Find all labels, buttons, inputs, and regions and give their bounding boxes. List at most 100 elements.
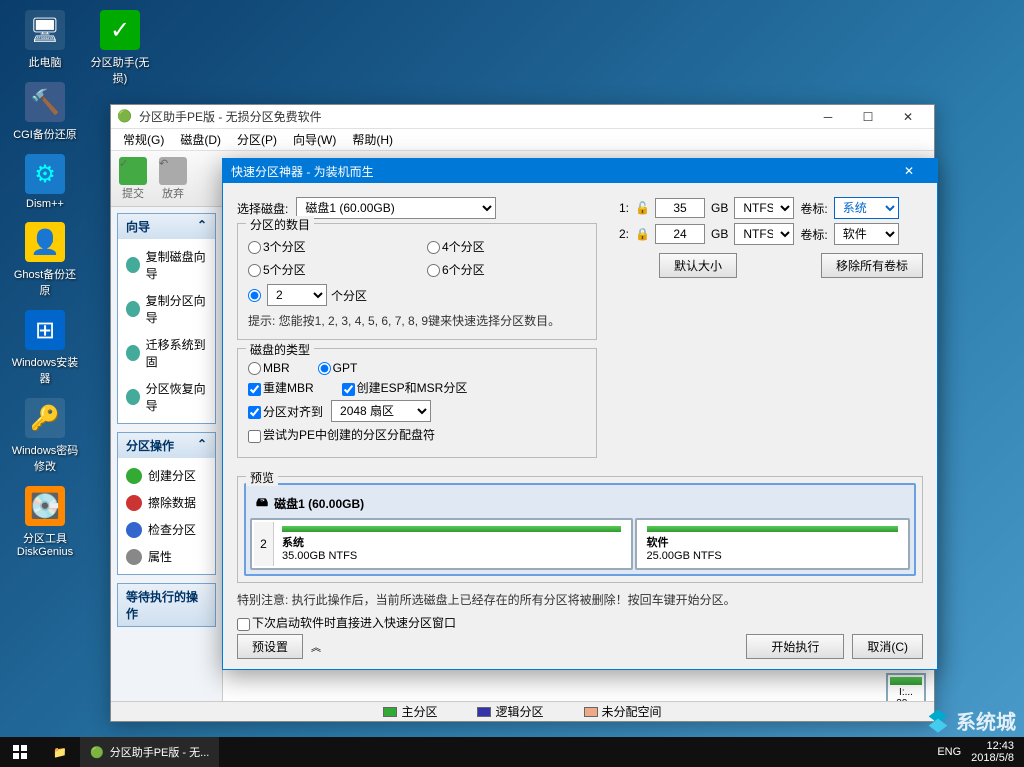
radio-4-partitions[interactable]: 4个分区 [427, 238, 586, 255]
menu-help[interactable]: 帮助(H) [344, 131, 401, 148]
system-tray: ENG 12:43 2018/5/8 [927, 740, 1024, 764]
chk-pe-letter[interactable]: 尝试为PE中创建的分区分配盘符 [248, 426, 435, 443]
sidebar-item-wipe[interactable]: 擦除数据 [118, 489, 215, 516]
tray-date[interactable]: 2018/5/8 [971, 752, 1014, 764]
partition-count-fieldset: 分区的数目 3个分区 4个分区 5个分区 6个分区 2 个分区 提示: 您能按1… [237, 223, 597, 340]
close-button[interactable]: ✕ [888, 106, 928, 128]
sidebar-item-migrate-os[interactable]: 迁移系统到固 [118, 331, 215, 375]
sidebar: 向导⌃ 复制磁盘向导 复制分区向导 迁移系统到固 分区恢复向导 分区操作⌃ 创建… [111, 207, 223, 701]
create-icon [126, 468, 142, 484]
desktop-icon-diskgenius[interactable]: 💽分区工具DiskGenius [10, 486, 80, 558]
chevron-icon[interactable]: ︽ [311, 639, 321, 654]
desktop-icon-win-installer[interactable]: ⊞Windows安装器 [10, 310, 80, 386]
desktop-icon-this-pc[interactable]: 🖥此电脑 [10, 10, 80, 70]
remove-labels-button[interactable]: 移除所有卷标 [821, 253, 923, 278]
wizard-icon [126, 257, 140, 273]
legend-logical: 逻辑分区 [477, 703, 543, 720]
sidebar-item-recover[interactable]: 分区恢复向导 [118, 375, 215, 419]
menu-wizard[interactable]: 向导(W) [285, 131, 344, 148]
minimize-button[interactable]: ─ [808, 106, 848, 128]
sidebar-item-copy-partition[interactable]: 复制分区向导 [118, 287, 215, 331]
legend-unalloc: 未分配空间 [584, 703, 662, 720]
tray-time[interactable]: 12:43 [971, 740, 1014, 752]
vol-select-1[interactable]: 系统 [834, 197, 899, 219]
watermark: 系统城 [924, 706, 1016, 735]
check-icon [126, 522, 142, 538]
sidebar-head-ops[interactable]: 分区操作⌃ [118, 433, 215, 458]
size-input-2[interactable] [655, 224, 705, 244]
radio-mbr[interactable]: MBR [248, 361, 290, 375]
taskbar-explorer-icon[interactable]: 📁 [40, 746, 80, 759]
toolbar-discard[interactable]: ↶放弃 [159, 157, 187, 201]
hdd-icon: 🖴 [256, 493, 268, 514]
preview-partition-1[interactable]: 2 系统35.00GB NTFS [250, 518, 633, 570]
lock-icon[interactable]: 🔓 [635, 201, 649, 215]
default-size-button[interactable]: 默认大小 [659, 253, 737, 278]
dialog-title: 快速分区神器 - 为装机而生 [231, 163, 889, 180]
wizard-icon [126, 345, 140, 361]
start-button[interactable]: 开始执行 [746, 634, 844, 659]
vol-select-2[interactable]: 软件 [834, 223, 899, 245]
count-hint: 提示: 您能按1, 2, 3, 4, 5, 6, 7, 8, 9键来快速选择分区… [248, 312, 586, 329]
sidebar-panel-ops: 分区操作⌃ 创建分区 擦除数据 检查分区 属性 [117, 432, 216, 575]
desktop-icon-ghost[interactable]: 👤Ghost备份还原 [10, 222, 80, 298]
preset-button[interactable]: 预设置 [237, 634, 303, 659]
tray-lang[interactable]: ENG [937, 746, 961, 758]
preview-partition-2[interactable]: 软件25.00GB NTFS [635, 518, 911, 570]
type-legend: 磁盘的类型 [246, 341, 314, 358]
taskbar-item-pa[interactable]: 🟢分区助手PE版 - 无... [80, 737, 219, 767]
sidebar-head-pending[interactable]: 等待执行的操作 [118, 584, 215, 626]
custom-count-select[interactable]: 2 [267, 284, 327, 306]
cancel-button[interactable]: 取消(C) [852, 634, 923, 659]
desktop-icon-partition-assistant[interactable]: ✓分区助手(无损) [85, 10, 155, 86]
menubar: 常规(G) 磁盘(D) 分区(P) 向导(W) 帮助(H) [111, 129, 934, 151]
chk-rebuild-mbr[interactable]: 重建MBR [248, 379, 314, 396]
titlebar[interactable]: 🟢 分区助手PE版 - 无损分区免费软件 ─ ☐ ✕ [111, 105, 934, 129]
sidebar-item-create[interactable]: 创建分区 [118, 462, 215, 489]
legend-primary: 主分区 [383, 703, 437, 720]
desktop-icon-cgi-backup[interactable]: 🔨CGI备份还原 [10, 82, 80, 142]
chk-align[interactable]: 分区对齐到 [248, 403, 323, 420]
menu-general[interactable]: 常规(G) [115, 131, 172, 148]
start-button[interactable] [0, 737, 40, 767]
wipe-icon [126, 495, 142, 511]
sidebar-item-props[interactable]: 属性 [118, 543, 215, 570]
sidebar-panel-wizard: 向导⌃ 复制磁盘向导 复制分区向导 迁移系统到固 分区恢复向导 [117, 213, 216, 424]
dialog-close-button[interactable]: ✕ [889, 164, 929, 178]
fs-select-1[interactable]: NTFS [734, 197, 794, 219]
pc-icon: 🖥 [25, 10, 65, 50]
menu-disk[interactable]: 磁盘(D) [172, 131, 229, 148]
radio-gpt[interactable]: GPT [318, 361, 358, 375]
chk-next-start[interactable]: 下次启动软件时直接进入快速分区窗口 [237, 616, 456, 630]
disk-select[interactable]: 磁盘1 (60.00GB) [296, 197, 496, 219]
check-icon: ✓ [100, 10, 140, 50]
count-legend: 分区的数目 [246, 216, 314, 233]
chk-create-esp[interactable]: 创建ESP和MSR分区 [342, 379, 468, 396]
radio-3-partitions[interactable]: 3个分区 [248, 238, 407, 255]
lock-icon[interactable]: 🔒 [635, 227, 649, 241]
sidebar-item-copy-disk[interactable]: 复制磁盘向导 [118, 243, 215, 287]
quick-partition-dialog: 快速分区神器 - 为装机而生 ✕ 选择磁盘: 磁盘1 (60.00GB) 分区的… [222, 158, 938, 670]
size-input-1[interactable] [655, 198, 705, 218]
menu-partition[interactable]: 分区(P) [229, 131, 285, 148]
radio-5-partitions[interactable]: 5个分区 [248, 261, 407, 278]
sidebar-head-wizard[interactable]: 向导⌃ [118, 214, 215, 239]
partition-row-2: 2: 🔒 GB NTFS 卷标: 软件 [617, 223, 923, 245]
disk-icon: 💽 [25, 486, 65, 526]
radio-custom-partitions[interactable] [248, 288, 263, 302]
dialog-titlebar[interactable]: 快速分区神器 - 为装机而生 ✕ [223, 159, 937, 183]
app-icon: 🟢 [117, 109, 133, 125]
desktop-icon-dism[interactable]: ⚙Dism++ [10, 154, 80, 210]
fs-select-2[interactable]: NTFS [734, 223, 794, 245]
desktop-icon-win-password[interactable]: 🔑Windows密码修改 [10, 398, 80, 474]
radio-6-partitions[interactable]: 6个分区 [427, 261, 586, 278]
hammer-icon: 🔨 [25, 82, 65, 122]
sidebar-item-check[interactable]: 检查分区 [118, 516, 215, 543]
wizard-icon [126, 389, 140, 405]
align-select[interactable]: 2048 扇区 [331, 400, 431, 422]
legend: 主分区 逻辑分区 未分配空间 [111, 701, 934, 721]
toolbar-commit[interactable]: ✓提交 [119, 157, 147, 201]
desktop-icons-column-1: 🖥此电脑 🔨CGI备份还原 ⚙Dism++ 👤Ghost备份还原 ⊞Window… [10, 10, 80, 558]
maximize-button[interactable]: ☐ [848, 106, 888, 128]
sidebar-panel-pending: 等待执行的操作 [117, 583, 216, 627]
